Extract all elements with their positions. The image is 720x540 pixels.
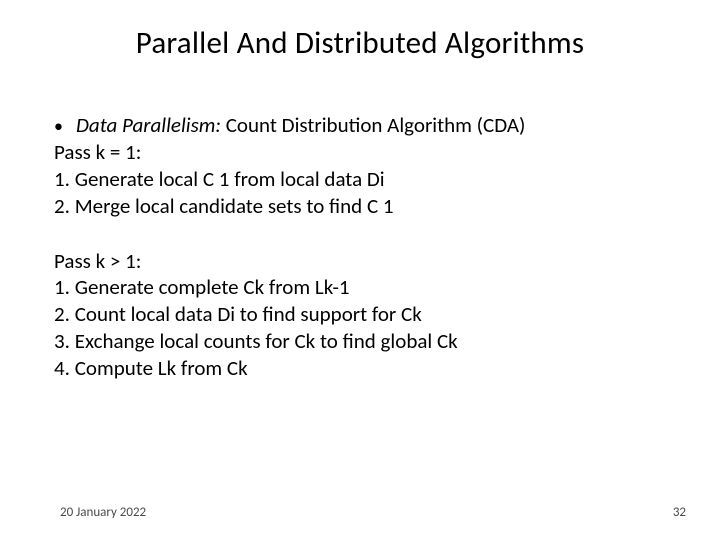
slide-body: • Data Parallelism: Count Distribution A…	[54, 112, 666, 382]
footer-date: 20 January 2022	[60, 505, 146, 520]
pass2-line-3: 3. Exchange local counts for Ck to find …	[54, 328, 666, 355]
bullet-text: Data Parallelism: Count Distribution Alg…	[76, 112, 525, 139]
slide: Parallel And Distributed Algorithms • Da…	[0, 0, 720, 540]
pass2-heading: Pass k > 1:	[54, 248, 666, 275]
pass2-line-2: 2. Count local data Di to find support f…	[54, 301, 666, 328]
pass2-line-4: 4. Compute Lk from Ck	[54, 355, 666, 382]
bullet-line: • Data Parallelism: Count Distribution A…	[54, 112, 666, 139]
bullet-term: Data Parallelism:	[76, 112, 221, 138]
pass1-heading: Pass k = 1:	[54, 139, 666, 166]
pass2-block: Pass k > 1: 1. Generate complete Ck from…	[54, 248, 666, 382]
bullet-rest: Count Distribution Algorithm (CDA)	[221, 112, 525, 138]
pass1-block: Pass k = 1: 1. Generate local C 1 from l…	[54, 139, 666, 220]
pass1-line-2: 2. Merge local candidate sets to find C …	[54, 193, 666, 220]
bullet-dot-icon: •	[54, 115, 76, 138]
pass2-line-1: 1. Generate complete Ck from Lk-1	[54, 274, 666, 301]
slide-title: Parallel And Distributed Algorithms	[0, 24, 720, 62]
pass1-line-1: 1. Generate local C 1 from local data Di	[54, 166, 666, 193]
footer-page-number: 32	[673, 505, 686, 520]
